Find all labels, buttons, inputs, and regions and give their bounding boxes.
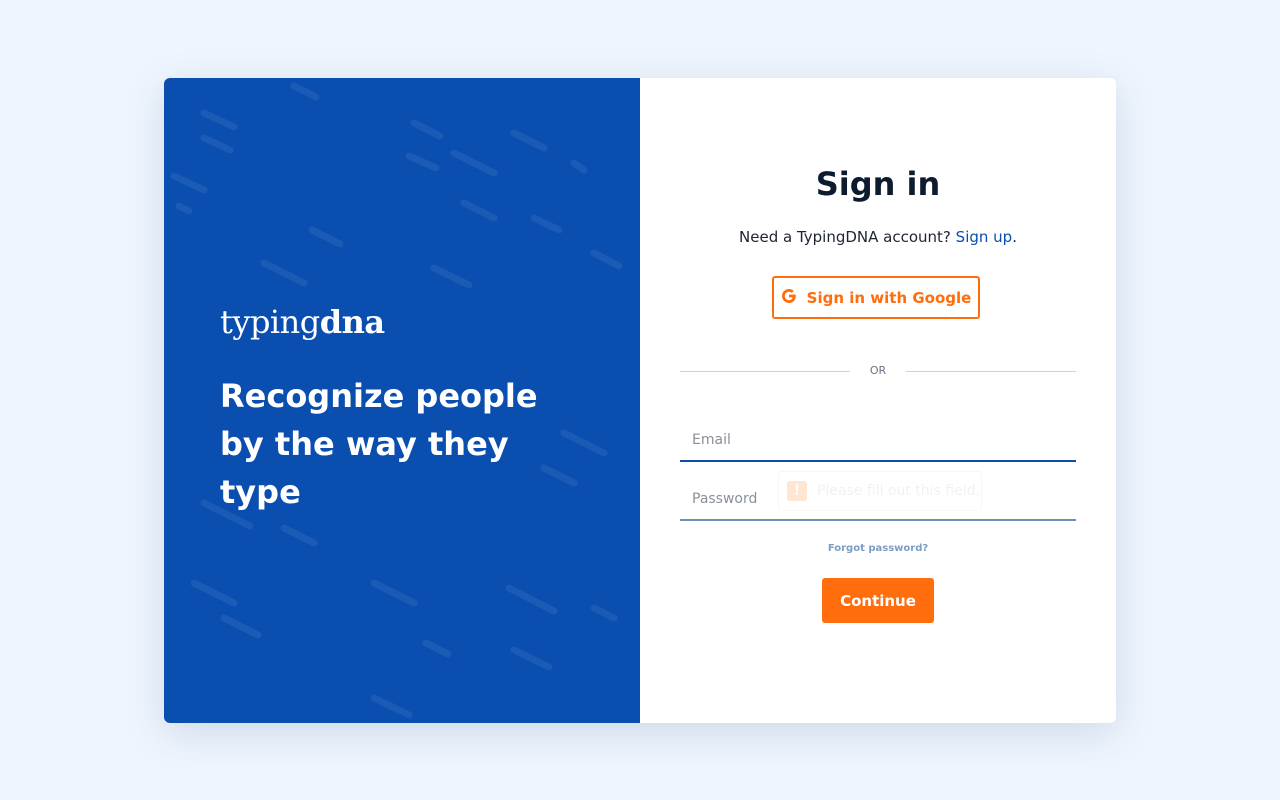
signup-suffix: . [1012,228,1017,246]
logo-bold-text: dna [319,303,385,341]
page-title: Sign in [815,165,941,203]
validation-message: Please fill out this field. [817,483,980,499]
brand-panel: typingdna Recognize people by the way th… [164,78,640,723]
google-signin-label: Sign in with Google [806,288,972,307]
email-field[interactable] [680,420,1076,462]
signup-prompt-text: Need a TypingDNA account? [739,228,951,246]
signin-card: typingdna Recognize people by the way th… [164,78,1116,723]
warning-icon: ! [787,481,807,501]
google-signin-button[interactable]: Sign in with Google [772,276,980,319]
brand-tagline: Recognize people by the way they type [220,377,538,511]
signup-prompt: Need a TypingDNA account? Sign up. [640,228,1116,246]
divider-line-right [906,371,1076,372]
forgot-password-link[interactable]: Forgot password? [640,543,1116,554]
typingdna-logo: typingdna [220,300,385,344]
signin-panel: Sign in Need a TypingDNA account? Sign u… [640,78,1116,723]
validation-tooltip: ! Please fill out this field. [778,471,982,511]
signup-link[interactable]: Sign up [956,228,1013,246]
continue-button[interactable]: Continue [822,578,934,623]
logo-light-text: typing [220,303,320,341]
or-divider: OR [680,363,1076,379]
google-g-icon [781,288,797,308]
